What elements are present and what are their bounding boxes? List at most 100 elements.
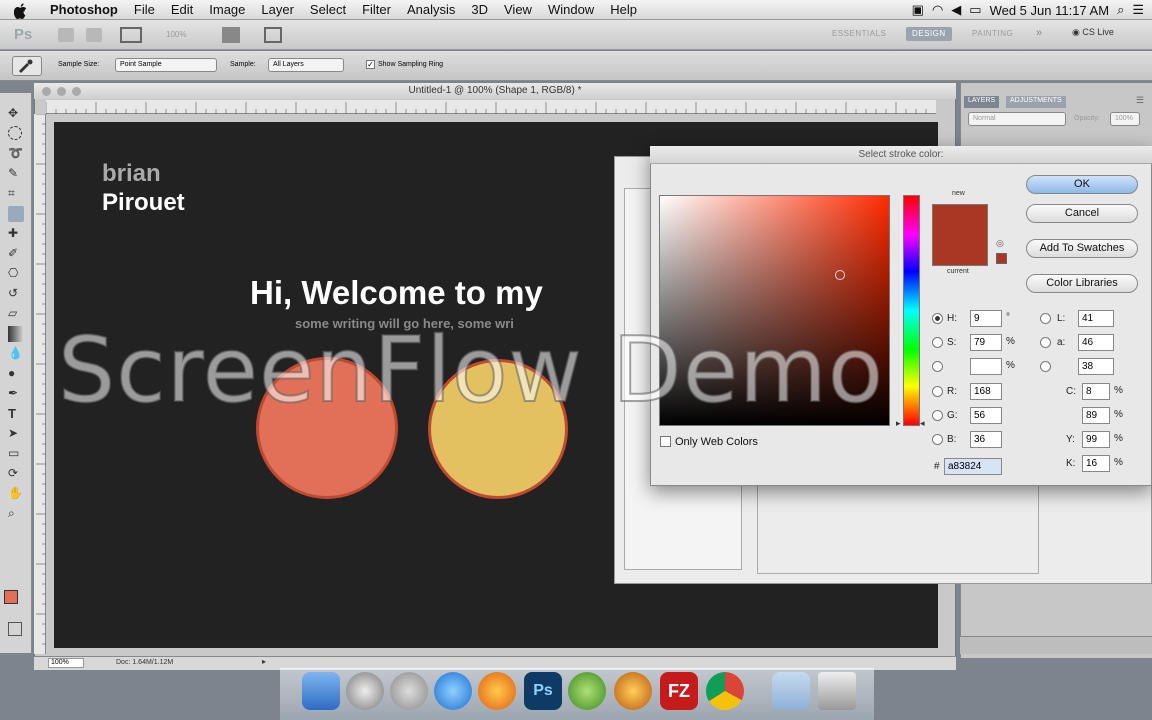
screen-mode-icon[interactable] — [264, 27, 282, 43]
eraser-tool-icon[interactable]: ▱ — [8, 306, 24, 322]
coda-icon[interactable] — [568, 672, 606, 710]
menu-filter[interactable]: Filter — [354, 2, 399, 17]
tab-layers[interactable]: LAYERS — [964, 96, 1000, 108]
color-libraries-button[interactable]: Color Libraries — [1026, 274, 1138, 293]
field-green[interactable]: 56 — [970, 407, 1002, 424]
zoom-window-icon[interactable] — [72, 87, 81, 96]
menu-3d[interactable]: 3D — [463, 2, 496, 17]
stamp-tool-icon[interactable]: ⎔ — [8, 266, 24, 282]
finder-icon[interactable] — [302, 672, 340, 710]
only-web-colors-checkbox[interactable] — [660, 436, 671, 447]
zoom-level[interactable]: 100% — [166, 30, 186, 39]
field-blue[interactable]: 36 — [970, 431, 1002, 448]
menu-edit[interactable]: Edit — [163, 2, 201, 17]
menu-image[interactable]: Image — [201, 2, 253, 17]
menu-layer[interactable]: Layer — [253, 2, 302, 17]
current-color-swatch[interactable] — [932, 235, 988, 266]
compass-icon[interactable] — [614, 672, 652, 710]
minimize-window-icon[interactable] — [57, 87, 66, 96]
wifi-icon[interactable]: ◠ — [932, 2, 943, 18]
menu-select[interactable]: Select — [302, 2, 354, 17]
eyedropper-tool-preset[interactable] — [12, 56, 42, 76]
marquee-tool-icon[interactable] — [8, 126, 22, 140]
minibridge-icon[interactable] — [86, 28, 102, 42]
menu-analysis[interactable]: Analysis — [399, 2, 463, 17]
field-cyan[interactable]: 8 — [1082, 383, 1110, 400]
menu-clock[interactable]: Wed 5 Jun 11:17 AM — [990, 3, 1109, 18]
quick-select-tool-icon[interactable]: ✎ — [8, 166, 24, 182]
menu-window[interactable]: Window — [540, 2, 602, 17]
firefox-icon[interactable] — [478, 672, 516, 710]
radio-blue[interactable] — [932, 434, 943, 445]
eyedropper-tool-icon[interactable] — [8, 206, 24, 222]
blur-tool-icon[interactable]: 💧 — [8, 346, 24, 362]
sample-size-select[interactable]: Point Sample — [115, 58, 217, 72]
radio-brightness[interactable] — [932, 361, 943, 372]
sample-select[interactable]: All Layers — [268, 58, 344, 72]
view-extras-icon[interactable] — [120, 27, 142, 43]
field-lab-a[interactable]: 46 — [1078, 334, 1114, 351]
web-safe-color-icon[interactable] — [996, 253, 1007, 264]
trash-icon[interactable] — [818, 672, 856, 710]
opacity-field[interactable]: 100% — [1110, 112, 1140, 126]
brand-name-line2[interactable]: Pirouet — [102, 189, 185, 217]
workspace-essentials[interactable]: ESSENTIALS — [832, 29, 886, 43]
menu-app-name[interactable]: Photoshop — [42, 2, 126, 17]
cancel-button[interactable]: Cancel — [1026, 204, 1138, 223]
field-saturation[interactable]: 79 — [970, 334, 1002, 351]
notification-icon[interactable]: ☰ — [1132, 2, 1144, 18]
battery-icon[interactable]: ▭ — [969, 2, 981, 18]
brush-tool-icon[interactable]: ✐ — [8, 246, 24, 262]
photoshop-icon[interactable]: Ps — [524, 672, 562, 710]
move-tool-icon[interactable]: ✥ — [8, 106, 24, 122]
mission-control-icon[interactable] — [390, 672, 428, 710]
spotlight-icon[interactable]: ⌕ — [1117, 2, 1124, 18]
filezilla-icon[interactable]: FZ — [660, 672, 698, 710]
more-workspaces-icon[interactable]: » — [1036, 27, 1042, 39]
arrange-docs-icon[interactable] — [222, 27, 240, 43]
chrome-icon[interactable] — [706, 672, 744, 710]
radio-hue[interactable] — [932, 313, 943, 324]
menu-view[interactable]: View — [496, 2, 540, 17]
type-tool-icon[interactable]: T — [8, 406, 24, 422]
status-doc-info[interactable]: Doc: 1.64M/1.12M — [116, 659, 173, 666]
dodge-tool-icon[interactable]: ● — [8, 366, 24, 382]
radio-lab-a[interactable] — [1040, 337, 1051, 348]
quick-mask-icon[interactable] — [8, 622, 22, 636]
brand-name-line1[interactable]: brian — [102, 160, 161, 188]
lasso-tool-icon[interactable]: ➰ — [8, 146, 24, 162]
apple-icon[interactable] — [13, 2, 34, 19]
tab-adjustments[interactable]: ADJUSTMENTS — [1006, 96, 1066, 108]
path-select-icon[interactable]: ➤ — [8, 426, 24, 442]
gamut-warning-icon[interactable]: ◎ — [996, 238, 1004, 249]
panel-menu-icon[interactable]: ☰ — [1136, 95, 1144, 106]
vertical-ruler[interactable] — [34, 113, 46, 654]
field-red[interactable]: 168 — [970, 383, 1002, 400]
volume-icon[interactable]: ◀ — [951, 2, 961, 18]
color-picker-title[interactable]: Select stroke color: — [650, 146, 1152, 164]
hue-slider-left-arrow-icon[interactable]: ▸ — [896, 418, 901, 429]
field-brightness[interactable] — [970, 358, 1002, 375]
menu-help[interactable]: Help — [602, 2, 645, 17]
radio-lab-b[interactable] — [1040, 361, 1051, 372]
hue-slider-right-arrow-icon[interactable]: ◂ — [920, 418, 925, 429]
bridge-icon[interactable] — [58, 28, 74, 42]
field-black[interactable]: 16 — [1082, 455, 1110, 472]
zoom-tool-icon[interactable]: ⌕ — [8, 506, 24, 522]
field-yellow[interactable]: 99 — [1082, 431, 1110, 448]
radio-saturation[interactable] — [932, 337, 943, 348]
show-sampling-ring-checkbox[interactable]: ✓ — [366, 60, 375, 69]
close-window-icon[interactable] — [42, 87, 51, 96]
shape-tool-icon[interactable]: ▭ — [8, 446, 24, 462]
menu-file[interactable]: File — [126, 2, 163, 17]
3d-rotate-icon[interactable]: ⟳ — [8, 466, 24, 482]
horizontal-ruler[interactable] — [45, 100, 936, 114]
history-brush-icon[interactable]: ↺ — [8, 286, 24, 302]
workspace-design[interactable]: DESIGN — [906, 27, 952, 41]
blend-mode-select[interactable]: Normal — [968, 112, 1066, 126]
field-hue[interactable]: 9 — [970, 310, 1002, 327]
itunes-icon[interactable] — [434, 672, 472, 710]
healing-tool-icon[interactable]: ✚ — [8, 226, 24, 242]
color-field-marker[interactable] — [835, 270, 845, 280]
hand-tool-icon[interactable]: ✋ — [8, 486, 24, 502]
